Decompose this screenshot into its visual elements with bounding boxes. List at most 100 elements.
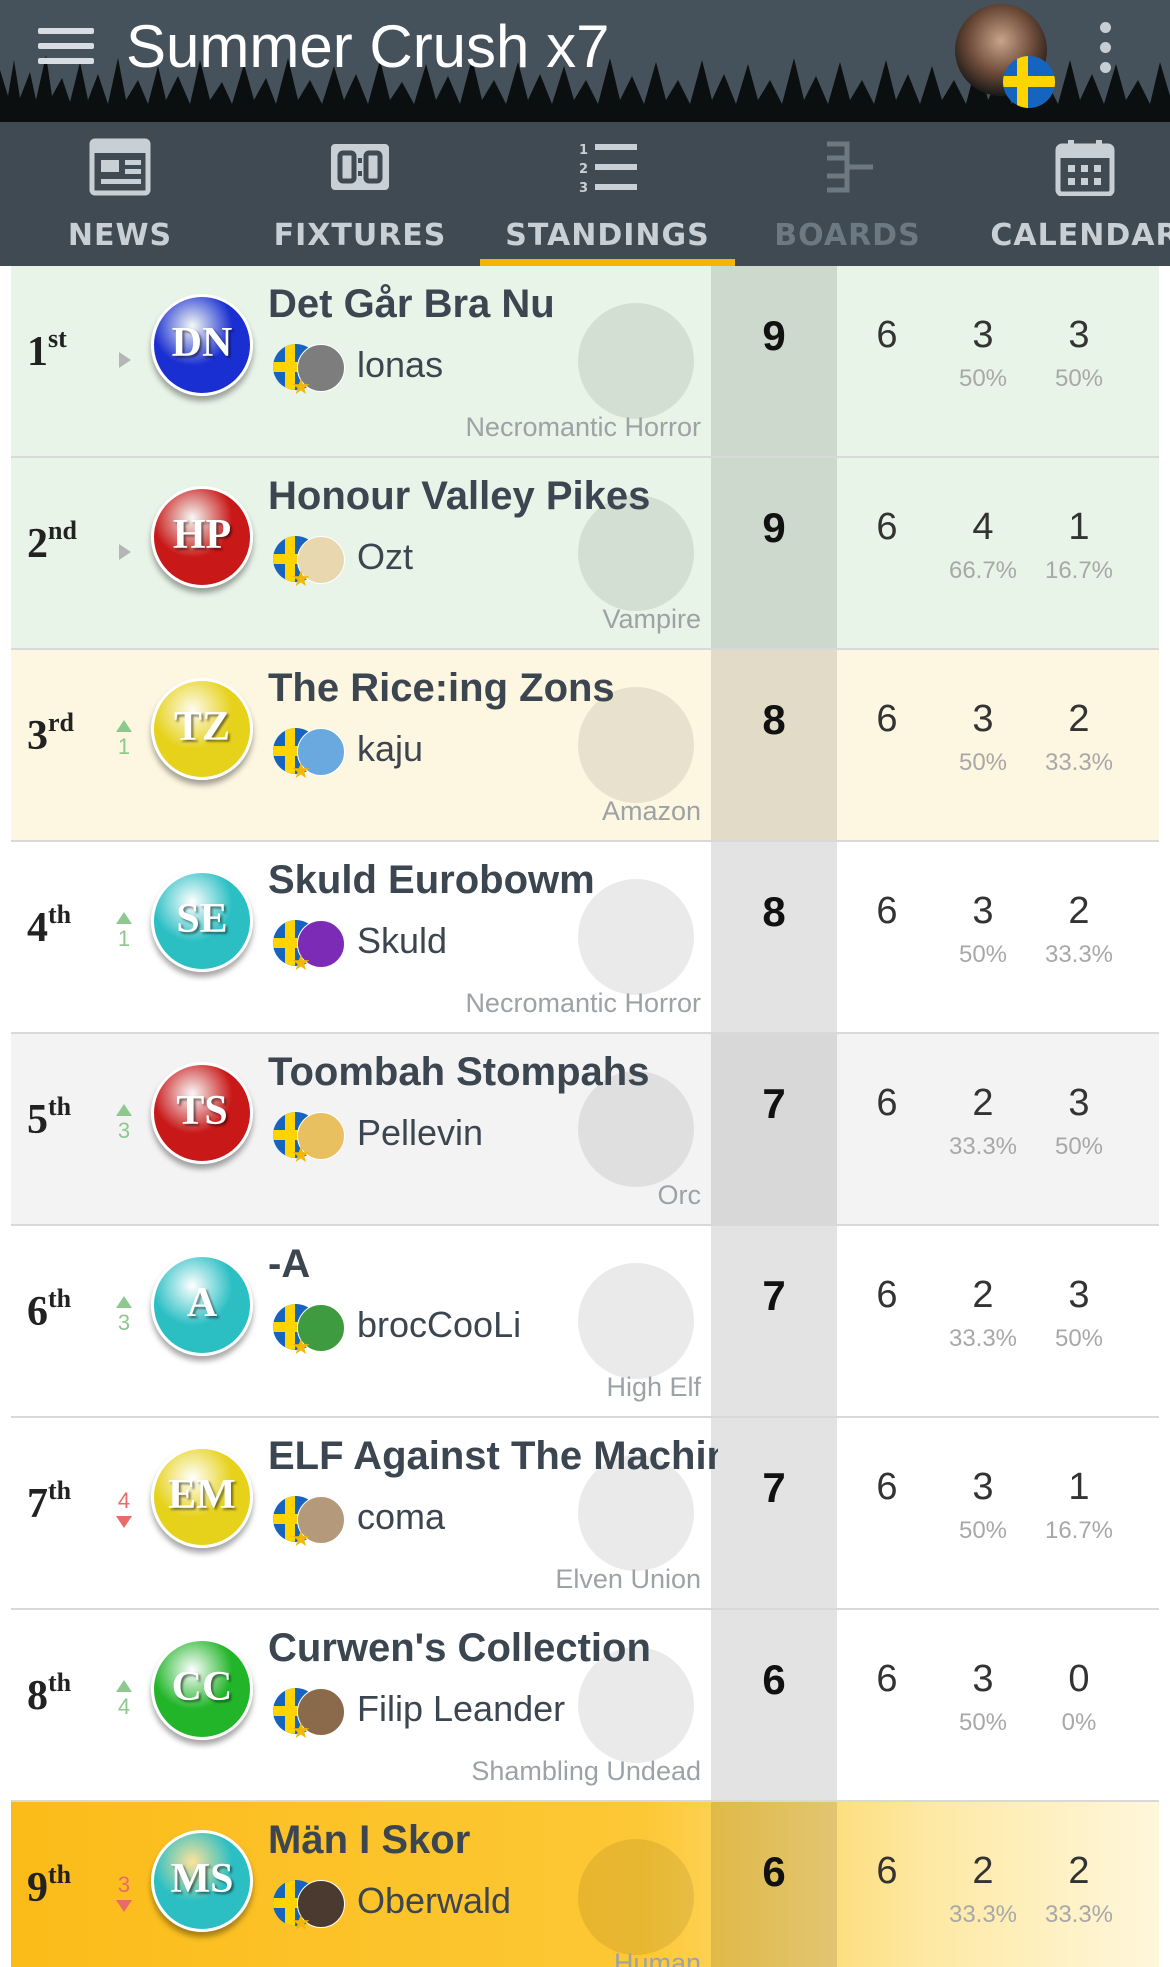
rank-unchanged-icon [119, 544, 131, 560]
more-vert-icon [1099, 22, 1111, 33]
race-name: Shambling Undead [471, 1756, 701, 1786]
more-options-button[interactable] [1090, 22, 1120, 82]
standings-row[interactable]: 1st DN Det Går Bra Nu ★ lonas Necromantic Hor… [11, 266, 1159, 458]
wins: 3 50% [958, 1658, 1008, 1736]
team-name[interactable]: -A [268, 1242, 718, 1287]
points-column-highlight [711, 650, 837, 840]
rank-change: 3 [111, 1296, 137, 1356]
fixtures-icon [331, 144, 389, 190]
games-played: 6 [876, 506, 898, 548]
team-name[interactable]: Det Går Bra Nu [268, 282, 718, 327]
points: 8 [762, 888, 786, 935]
wins: 2 33.3% [948, 1082, 1018, 1160]
wins: 3 50% [958, 1466, 1008, 1544]
boards-icon [826, 141, 873, 193]
position: 5th [27, 1092, 72, 1143]
games-played: 6 [876, 1850, 898, 1892]
standings-row[interactable]: 9th 3 MS Män I Skor ★ Oberwald Human 6 6 2 33.3% 2 3… [11, 1802, 1159, 1967]
team-badge: MS [151, 1830, 253, 1932]
team-badge: EM [151, 1446, 253, 1548]
tab-label: FIXTURES [273, 218, 447, 253]
race-name: Necromantic Horror [465, 988, 701, 1018]
points-column-highlight [711, 266, 837, 456]
team-name[interactable]: Skuld Eurobowm [268, 858, 718, 903]
rank-change: 3 [111, 1104, 137, 1164]
draws: 2 33.3% [1044, 1850, 1114, 1928]
position: 7th [27, 1476, 72, 1527]
team-name[interactable]: ELF Against The Machine [268, 1434, 718, 1479]
arrow-down-icon [116, 1900, 132, 1912]
team-badge: CC [151, 1638, 253, 1740]
position: 3rd [27, 708, 74, 759]
team-badge: A [151, 1254, 253, 1356]
news-icon [89, 138, 151, 196]
svg-text:1: 1 [579, 143, 588, 158]
points-column-highlight [711, 1226, 837, 1416]
team-name[interactable]: The Rice:ing Zons [268, 666, 718, 711]
star-icon: ★ [291, 566, 311, 591]
tab-label: NEWS [67, 218, 173, 253]
race-name: Human [613, 1948, 701, 1967]
team-badge: SE [151, 870, 253, 972]
active-tab-indicator [480, 259, 735, 266]
position: 8th [27, 1668, 72, 1719]
draws: 3 50% [1054, 314, 1104, 392]
standings-row[interactable]: 7th 4 EM ELF Against The Machine ★ coma Elven … [11, 1418, 1159, 1610]
position: 4th [27, 900, 72, 951]
coach-name: Oberwald [357, 1880, 512, 1921]
standings-list: 1st DN Det Går Bra Nu ★ lonas Necromantic Hor… [0, 266, 1170, 1967]
star-icon: ★ [291, 950, 311, 975]
tab-fixtures[interactable]: FIXTURES [240, 122, 480, 266]
standings-row[interactable]: 6th 3 A -A ★ brocCooLi High Elf 7 6 2 33.3% 3 50% [11, 1226, 1159, 1418]
arrow-up-icon [116, 1680, 132, 1692]
draws: 0 0% [1061, 1658, 1097, 1736]
race-name: High Elf [606, 1372, 701, 1402]
games-played: 6 [876, 1658, 898, 1700]
draws: 3 50% [1054, 1274, 1104, 1352]
wins: 2 33.3% [948, 1850, 1018, 1928]
team-name[interactable]: Toombah Stompahs [268, 1050, 718, 1095]
wins: 3 50% [958, 314, 1008, 392]
points-column-highlight [711, 1034, 837, 1224]
standings-row[interactable]: 8th 4 CC Curwen's Collection ★ Filip Leander S… [11, 1610, 1159, 1802]
tab-standings[interactable]: 1 2 3 STANDINGS [480, 122, 735, 266]
team-name[interactable]: Honour Valley Pikes [268, 474, 718, 519]
arrow-up-icon [116, 912, 132, 924]
points-column-highlight [711, 1418, 837, 1608]
rank-change: 4 [111, 1680, 137, 1740]
position: 2nd [27, 516, 77, 567]
team-name[interactable]: Curwen's Collection [268, 1626, 718, 1671]
draws: 2 33.3% [1044, 698, 1114, 776]
menu-button[interactable] [38, 28, 94, 72]
team-name[interactable]: Män I Skor [268, 1818, 718, 1863]
position: 6th [27, 1284, 72, 1335]
standings-row[interactable]: 4th 1 SE Skuld Eurobowm ★ Skuld Necromantic Ho… [11, 842, 1159, 1034]
points: 7 [762, 1080, 786, 1127]
points-column-highlight [711, 458, 837, 648]
wins: 3 50% [958, 698, 1008, 776]
points: 7 [762, 1272, 786, 1319]
race-name: Necromantic Horror [465, 412, 701, 442]
tab-calendar[interactable]: CALENDAR [960, 122, 1170, 266]
rank-change-value: 3 [117, 1118, 131, 1143]
draws: 3 50% [1054, 1082, 1104, 1160]
tab-news[interactable]: NEWS [0, 122, 240, 266]
sweden-flag-icon [1003, 56, 1055, 108]
standings-row[interactable]: 3rd 1 TZ The Rice:ing Zons ★ kaju Amazon 8 6 3 50%… [11, 650, 1159, 842]
star-icon: ★ [291, 1910, 311, 1935]
user-avatar[interactable] [955, 4, 1055, 108]
page-title: Summer Crush x7 [126, 13, 610, 80]
app-bar: Summer Crush x7 [0, 0, 1170, 122]
race-name: Vampire [602, 604, 701, 634]
rank-change-value: 3 [117, 1310, 131, 1335]
team-badge: TZ [151, 678, 253, 780]
standings-row[interactable]: 5th 3 TS Toombah Stompahs ★ Pellevin Orc 7 6 2 33.… [11, 1034, 1159, 1226]
coach-name: Pellevin [357, 1112, 484, 1153]
team-badge: HP [151, 486, 253, 588]
standings-row[interactable]: 2nd HP Honour Valley Pikes ★ Ozt Vampire 9 6 4 66… [11, 458, 1159, 650]
games-played: 6 [876, 1274, 898, 1316]
position: 9th [27, 1860, 72, 1911]
tab-boards[interactable]: BOARDS [735, 122, 960, 266]
rank-change: 1 [111, 912, 137, 972]
points: 9 [762, 504, 786, 551]
